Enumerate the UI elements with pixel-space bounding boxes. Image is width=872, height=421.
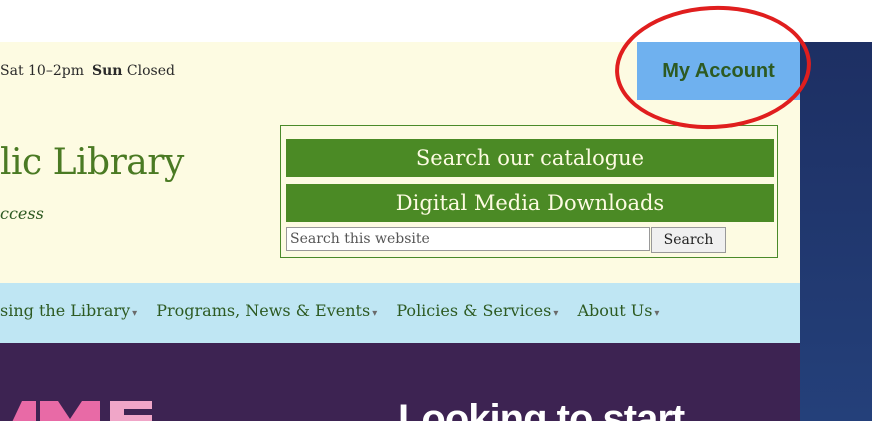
nav-item-about[interactable]: About Us ▾ [577, 301, 659, 320]
site-header: lic Library ccess Search our catalogue D… [0, 100, 800, 283]
nav-item-policies[interactable]: Policies & Services ▾ [396, 301, 558, 320]
chevron-down-icon: ▾ [654, 308, 660, 319]
chevron-down-icon: ▾ [553, 308, 559, 319]
search-button[interactable]: Search [651, 227, 726, 253]
site-tagline: ccess [0, 204, 44, 223]
digital-media-button[interactable]: Digital Media Downloads [286, 184, 774, 222]
nav-item-programs[interactable]: Programs, News & Events ▾ [156, 301, 377, 320]
hero-graphic-icon [12, 401, 152, 421]
search-catalogue-button[interactable]: Search our catalogue [286, 139, 774, 177]
main-nav: sing the Library ▾ Programs, News & Event… [0, 283, 800, 343]
chevron-down-icon: ▾ [132, 308, 138, 319]
site-title[interactable]: lic Library [0, 142, 184, 183]
hours-sun-value: Closed [126, 63, 175, 79]
hours-sat: Sat 10–2pm [0, 63, 84, 79]
search-input[interactable] [286, 227, 650, 251]
my-account-button[interactable]: My Account [637, 42, 800, 100]
opening-hours: Sat 10–2pm Sun Closed [0, 63, 175, 79]
nav-item-label: Policies & Services [396, 301, 552, 320]
nav-item-label: About Us [577, 301, 653, 320]
nav-item-using-library[interactable]: sing the Library ▾ [0, 301, 137, 320]
background-panel [800, 42, 872, 421]
search-widget: Search our catalogue Digital Media Downl… [280, 125, 778, 258]
nav-item-label: sing the Library [0, 301, 131, 320]
chevron-down-icon: ▾ [372, 308, 378, 319]
nav-item-label: Programs, News & Events [156, 301, 371, 320]
top-bar: Sat 10–2pm Sun Closed My Account [0, 42, 800, 100]
hours-sun-label: Sun [91, 63, 123, 79]
library-page: Sat 10–2pm Sun Closed My Account lic Libr… [0, 42, 800, 421]
hero-headline: Looking to start [398, 397, 685, 421]
hero-banner[interactable]: Looking to start [0, 343, 800, 421]
